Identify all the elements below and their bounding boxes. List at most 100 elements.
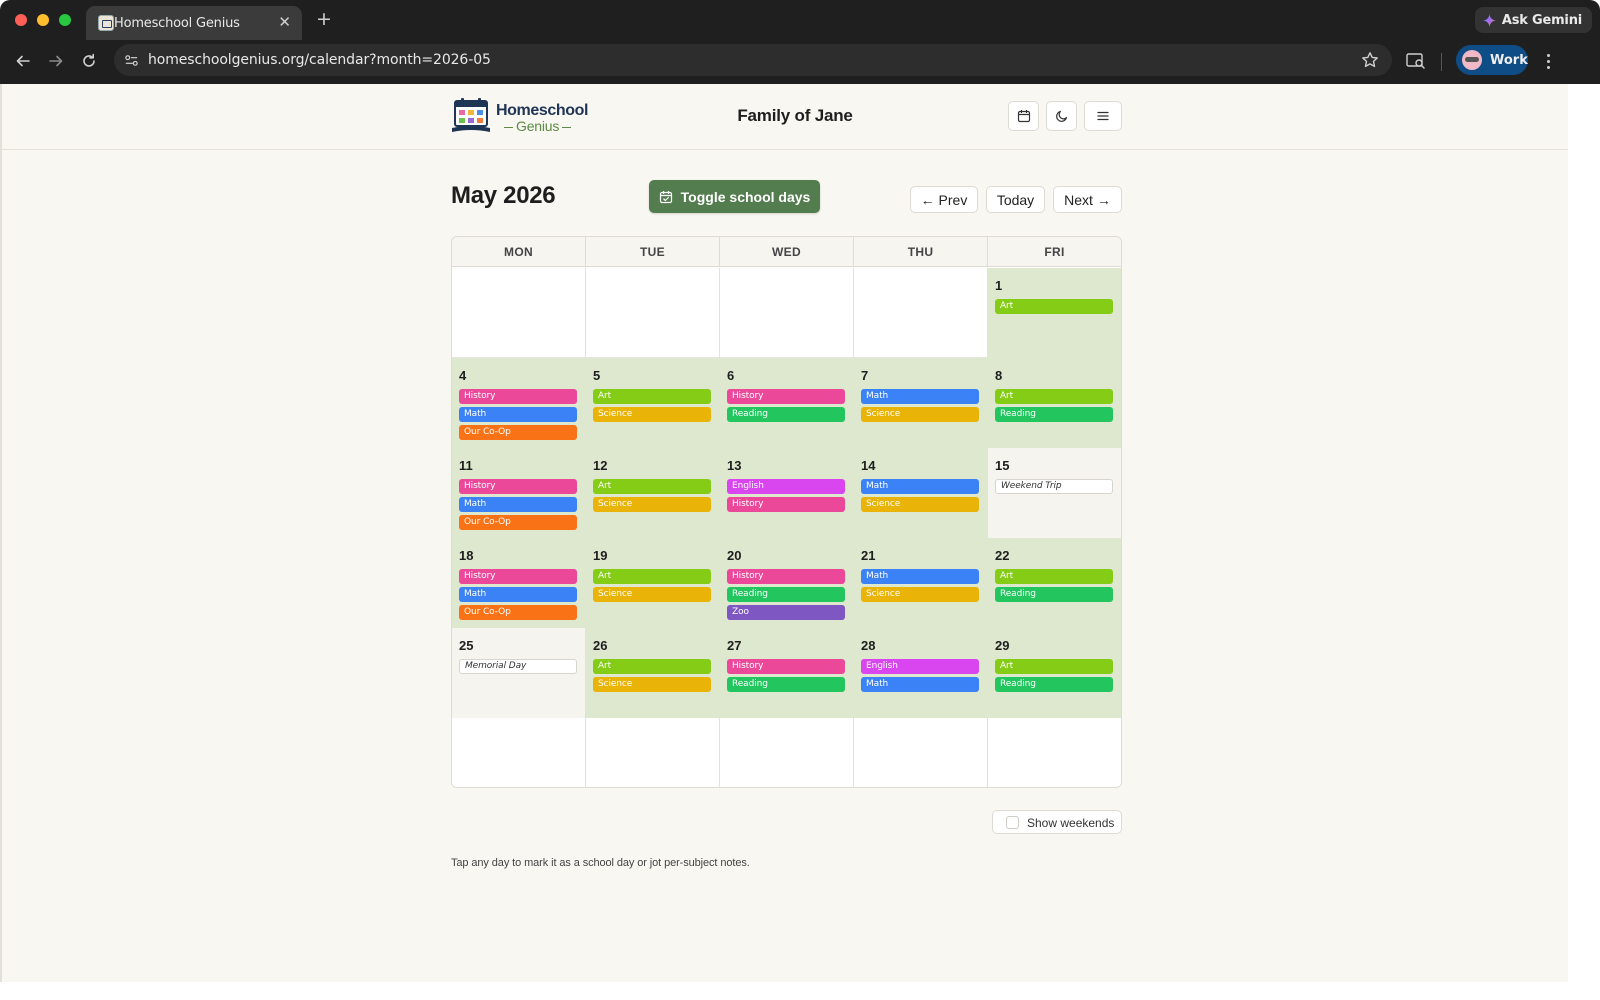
subject-chip-reading[interactable]: Reading xyxy=(995,407,1113,422)
tab-close-icon[interactable]: ✕ xyxy=(278,13,291,31)
day-cell-6[interactable]: 6 History Reading xyxy=(720,358,854,448)
show-weekends-label: Show weekends xyxy=(1027,816,1115,830)
reload-icon[interactable] xyxy=(78,50,100,72)
subject-chip-english[interactable]: English xyxy=(727,479,845,494)
day-cell-4[interactable]: 4 History Math Our Co-Op xyxy=(452,358,586,448)
subject-chip-art[interactable]: Art xyxy=(995,389,1113,404)
today-button[interactable]: Today xyxy=(986,186,1045,213)
subject-chip-art[interactable]: Art xyxy=(995,569,1113,584)
show-weekends-toggle[interactable]: Show weekends xyxy=(992,810,1122,834)
subject-chip-coop[interactable]: Our Co-Op xyxy=(459,605,577,620)
day-cell-15[interactable]: 15 Weekend Trip xyxy=(988,448,1121,538)
subject-chip-history[interactable]: History xyxy=(727,497,845,512)
day-cell-13[interactable]: 13 English History xyxy=(720,448,854,538)
next-month-button[interactable]: Next → xyxy=(1053,186,1122,213)
profile-button[interactable]: Work xyxy=(1456,45,1528,75)
site-settings-icon[interactable] xyxy=(122,51,140,69)
subject-chip-coop[interactable]: Our Co-Op xyxy=(459,425,577,440)
subject-chip-science[interactable]: Science xyxy=(593,407,711,422)
dark-mode-button[interactable] xyxy=(1046,101,1077,131)
subject-chip-english[interactable]: English xyxy=(861,659,979,674)
day-note[interactable]: Weekend Trip xyxy=(995,479,1113,494)
day-cell-18[interactable]: 18 History Math Our Co-Op xyxy=(452,538,586,628)
subject-chip-math[interactable]: Math xyxy=(459,497,577,512)
subject-chip-history[interactable]: History xyxy=(459,389,577,404)
day-cell-21[interactable]: 21 Math Science xyxy=(854,538,988,628)
subject-chip-math[interactable]: Math xyxy=(459,407,577,422)
address-bar[interactable]: homeschoolgenius.org/calendar?month=2026… xyxy=(114,44,1392,76)
day-cell-26[interactable]: 26 Art Science xyxy=(586,628,720,718)
day-cell-8[interactable]: 8 Art Reading xyxy=(988,358,1121,448)
subject-chip-science[interactable]: Science xyxy=(593,677,711,692)
search-tab-icon[interactable] xyxy=(1405,50,1427,72)
maximize-window-button[interactable] xyxy=(59,14,71,26)
subject-chip-art[interactable]: Art xyxy=(593,389,711,404)
day-cell-25[interactable]: 25 Memorial Day xyxy=(452,628,586,718)
homeschool-genius-logo[interactable]: Homeschool Genius xyxy=(451,98,591,138)
day-cell-20[interactable]: 20 History Reading Zoo xyxy=(720,538,854,628)
logo-text-genius: Genius xyxy=(501,118,574,134)
calendar-view-button[interactable] xyxy=(1008,101,1039,131)
subject-chip-history[interactable]: History xyxy=(459,569,577,584)
day-cell-28[interactable]: 28 English Math xyxy=(854,628,988,718)
subject-chip-history[interactable]: History xyxy=(727,389,845,404)
minimize-window-button[interactable] xyxy=(37,14,49,26)
back-arrow-icon[interactable] xyxy=(12,50,34,72)
menu-button[interactable] xyxy=(1084,101,1122,131)
day-cell-11[interactable]: 11 History Math Our Co-Op xyxy=(452,448,586,538)
subject-chip-science[interactable]: Science xyxy=(861,497,979,512)
subject-chip-math[interactable]: Math xyxy=(861,569,979,584)
tab-homeschool-genius[interactable]: Homeschool Genius ✕ xyxy=(86,6,302,40)
forward-arrow-icon[interactable] xyxy=(45,50,67,72)
day-cell-14[interactable]: 14 Math Science xyxy=(854,448,988,538)
subject-chip-art[interactable]: Art xyxy=(995,659,1113,674)
subject-chip-science[interactable]: Science xyxy=(593,587,711,602)
url-text[interactable]: homeschoolgenius.org/calendar?month=2026… xyxy=(148,52,491,68)
browser-menu-icon[interactable] xyxy=(1540,50,1556,72)
day-cell-1[interactable]: 1 Art xyxy=(988,268,1121,358)
subject-chip-math[interactable]: Math xyxy=(861,479,979,494)
subject-chip-history[interactable]: History xyxy=(727,569,845,584)
subject-chip-science[interactable]: Science xyxy=(593,497,711,512)
toggle-school-days-button[interactable]: Toggle school days xyxy=(649,180,820,213)
close-window-button[interactable] xyxy=(15,14,27,26)
subject-chip-art[interactable]: Art xyxy=(995,299,1113,314)
subject-chip-art[interactable]: Art xyxy=(593,479,711,494)
subject-chip-reading[interactable]: Reading xyxy=(727,587,845,602)
day-cell-19[interactable]: 19 Art Science xyxy=(586,538,720,628)
subject-chip-zoo[interactable]: Zoo xyxy=(727,605,845,620)
show-weekends-checkbox[interactable] xyxy=(1006,816,1019,829)
day-cell-12[interactable]: 12 Art Science xyxy=(586,448,720,538)
subject-chip-history[interactable]: History xyxy=(459,479,577,494)
day-cell-27[interactable]: 27 History Reading xyxy=(720,628,854,718)
empty-day-cell xyxy=(988,718,1121,787)
toggle-school-days-label: Toggle school days xyxy=(680,188,811,205)
day-note[interactable]: Memorial Day xyxy=(459,659,577,674)
new-tab-button[interactable]: + xyxy=(316,8,332,30)
browser-toolbar: homeschoolgenius.org/calendar?month=2026… xyxy=(0,40,1600,84)
subject-chip-coop[interactable]: Our Co-Op xyxy=(459,515,577,530)
bookmark-star-icon[interactable] xyxy=(1360,50,1380,70)
subject-chip-reading[interactable]: Reading xyxy=(995,587,1113,602)
day-cell-22[interactable]: 22 Art Reading xyxy=(988,538,1121,628)
day-number: 6 xyxy=(727,368,735,383)
browser-chrome: Homeschool Genius ✕ + Ask Gemini homesch… xyxy=(0,0,1600,84)
day-cell-7[interactable]: 7 Math Science xyxy=(854,358,988,448)
subject-chip-art[interactable]: Art xyxy=(593,569,711,584)
calendar-icon xyxy=(1017,110,1030,123)
subject-chip-reading[interactable]: Reading xyxy=(995,677,1113,692)
subject-chip-science[interactable]: Science xyxy=(861,407,979,422)
subject-chip-math[interactable]: Math xyxy=(861,389,979,404)
subject-chip-math[interactable]: Math xyxy=(861,677,979,692)
subject-chip-reading[interactable]: Reading xyxy=(727,407,845,422)
subject-chip-math[interactable]: Math xyxy=(459,587,577,602)
subject-chip-art[interactable]: Art xyxy=(593,659,711,674)
subject-chip-history[interactable]: History xyxy=(727,659,845,674)
day-cell-29[interactable]: 29 Art Reading xyxy=(988,628,1121,718)
prev-month-button[interactable]: ← Prev xyxy=(910,186,978,213)
day-cell-5[interactable]: 5 Art Science xyxy=(586,358,720,448)
subject-chip-reading[interactable]: Reading xyxy=(727,677,845,692)
calendar-week-row: 1 Art xyxy=(452,268,1121,358)
ask-gemini-button[interactable]: Ask Gemini xyxy=(1474,7,1592,33)
subject-chip-science[interactable]: Science xyxy=(861,587,979,602)
